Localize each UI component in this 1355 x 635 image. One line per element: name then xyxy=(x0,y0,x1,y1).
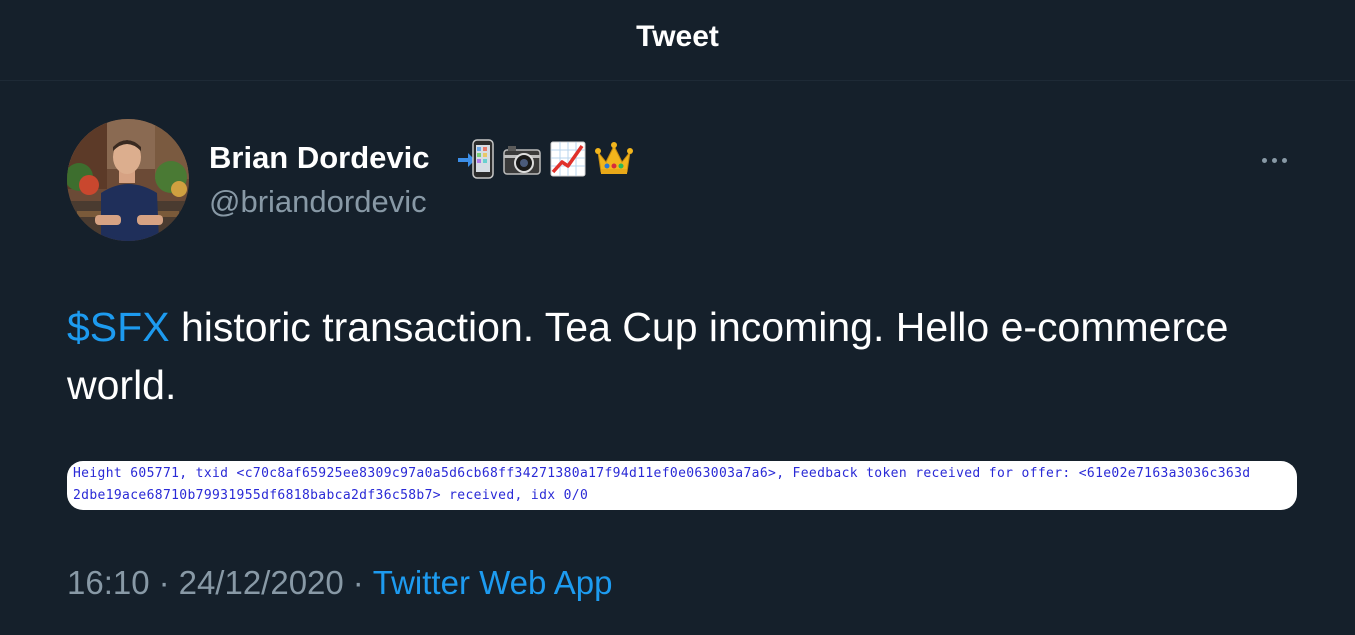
chart-increasing-icon xyxy=(550,141,586,177)
mobile-phone-arrow-icon xyxy=(458,139,494,179)
attached-image-text-line: Height 605771, txid <c70c8af65925ee8309c… xyxy=(73,466,1251,481)
cashtag-link[interactable]: $SFX xyxy=(67,304,170,350)
tweet-source-link[interactable]: Twitter Web App xyxy=(373,564,613,601)
avatar-photo xyxy=(67,119,189,241)
tweet-text: $SFX historic transaction. Tea Cup incom… xyxy=(67,298,1237,414)
page-header: Tweet xyxy=(0,0,1355,81)
meta-separator: · xyxy=(352,564,364,601)
attached-image-text-line: 2dbe19ace68710b79931955df6818babca2df36c… xyxy=(73,488,589,503)
page-title: Tweet xyxy=(636,20,719,53)
more-dot-icon xyxy=(1271,157,1277,163)
crown-icon xyxy=(595,142,633,174)
tweet-date[interactable]: 24/12/2020 xyxy=(179,564,344,601)
more-dot-icon xyxy=(1261,157,1267,163)
tweet-meta: 16:10 · 24/12/2020 · Twitter Web App xyxy=(67,564,612,602)
more-dot-icon xyxy=(1281,157,1287,163)
camera-icon xyxy=(503,146,541,175)
tweet-time[interactable]: 16:10 xyxy=(67,564,150,601)
author-handle[interactable]: @briandordevic xyxy=(209,184,427,220)
name-emoji-row xyxy=(456,138,634,180)
meta-separator: · xyxy=(158,564,170,601)
author-display-name[interactable]: Brian Dordevic xyxy=(209,140,430,176)
more-options-button[interactable] xyxy=(1256,145,1292,175)
attached-image[interactable]: Height 605771, txid <c70c8af65925ee8309c… xyxy=(67,461,1297,510)
avatar[interactable] xyxy=(67,119,189,241)
tweet-body: historic transaction. Tea Cup incoming. … xyxy=(67,304,1229,408)
